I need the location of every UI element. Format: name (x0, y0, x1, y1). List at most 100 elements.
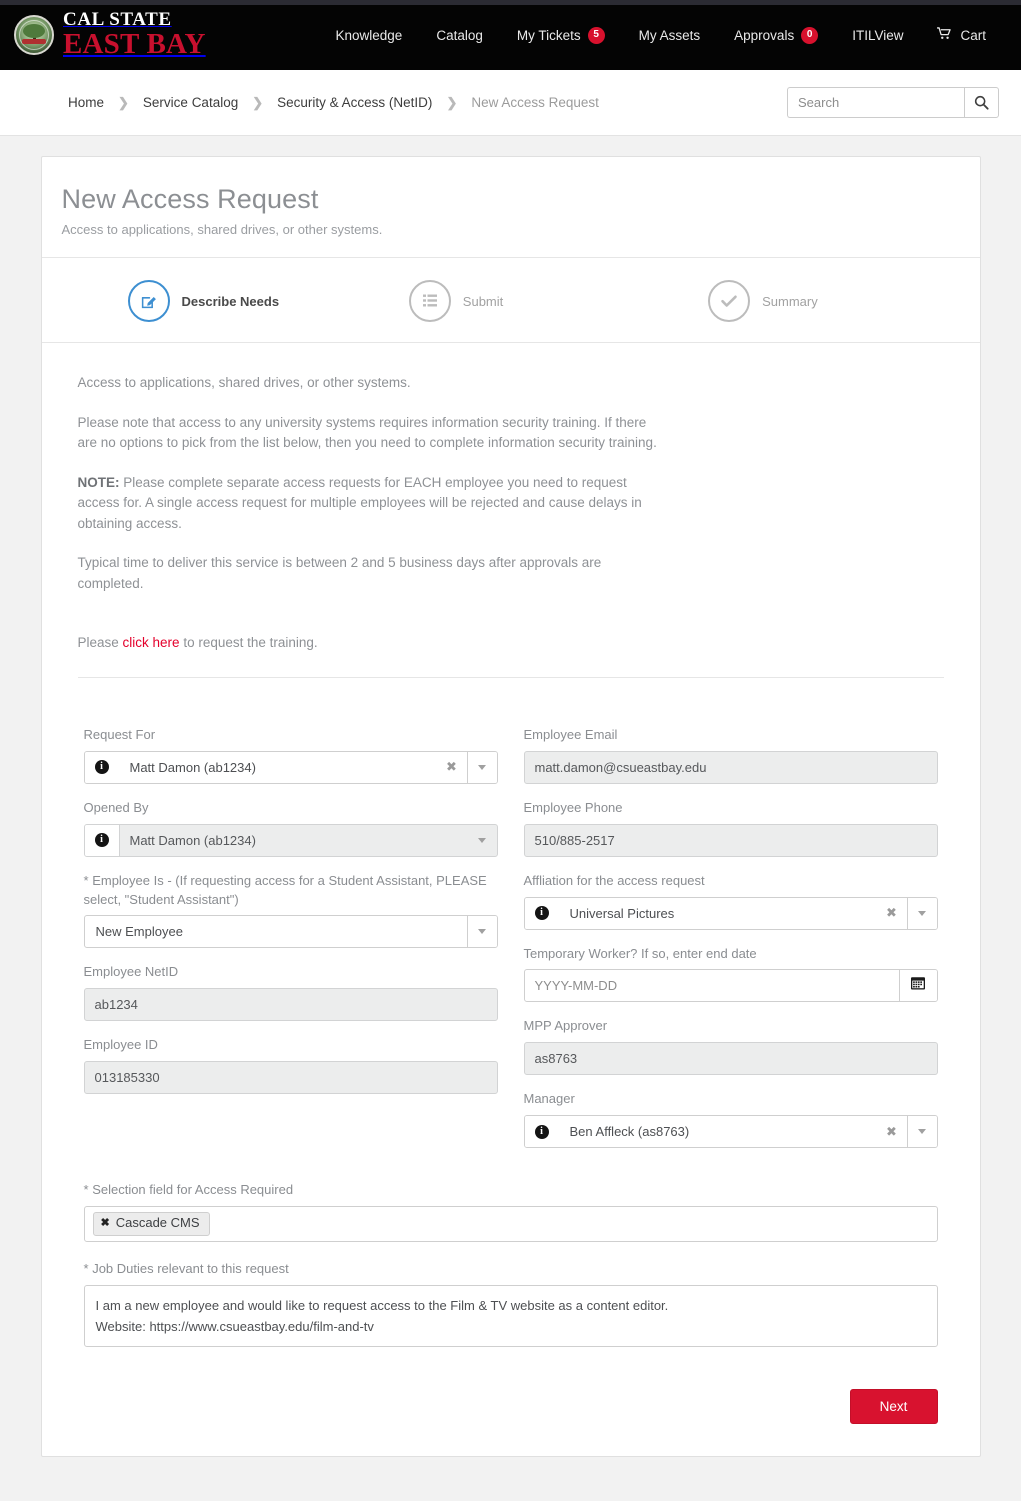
manager-value: Ben Affleck (as8763) (569, 1124, 690, 1140)
access-chip[interactable]: ✖ Cascade CMS (92, 1211, 210, 1236)
nav-item-catalog[interactable]: Catalog (419, 28, 500, 43)
employee-is-value: New Employee (95, 924, 183, 940)
access-required-chip-field[interactable]: ✖ Cascade CMS (83, 1205, 938, 1242)
breadcrumb-item-home[interactable]: Home (68, 95, 104, 110)
field-manager: Manager i Ben Affleck (as8763) ✖ (523, 1090, 938, 1149)
step-label: Submit (462, 293, 504, 309)
employee-phone-control: 510/885-2517 (523, 823, 938, 857)
manager-clear-icon[interactable]: ✖ (877, 1116, 907, 1147)
search-icon (974, 95, 989, 110)
primary-nav: Knowledge Catalog My Tickets 5 My Assets… (319, 26, 1003, 44)
page-title: New Access Request (61, 184, 319, 214)
field-affiliation: Affliation for the access request i Univ… (523, 872, 938, 930)
affiliation-control[interactable]: i Universal Pictures ✖ (523, 896, 938, 930)
nav-item-cart[interactable]: Cart (920, 27, 1003, 43)
request-for-dropdown-button[interactable] (466, 751, 497, 783)
info-circle-icon: i (524, 897, 560, 929)
job-duties-label: * Job Duties relevant to this request (84, 1260, 938, 1279)
chevron-down-icon (477, 837, 486, 843)
progress-steps: Describe Needs Submit Summary (41, 258, 980, 344)
step-summary[interactable]: Summary (660, 280, 959, 323)
next-button[interactable]: Next (849, 1388, 938, 1424)
job-duties-textarea[interactable] (83, 1284, 938, 1347)
nav-item-my-tickets[interactable]: My Tickets 5 (500, 26, 622, 44)
access-request-form: Request For i Matt Damon (ab1234) ✖ Open… (42, 708, 980, 1163)
breadcrumb-separator-icon: ❯ (446, 95, 458, 110)
nav-label: My Assets (638, 27, 701, 43)
employee-phone-value: 510/885-2517 (534, 832, 615, 848)
employee-phone-label: Employee Phone (523, 799, 623, 815)
manager-dropdown-button[interactable] (906, 1116, 937, 1148)
description-paragraph-4: Typical time to deliver this service is … (77, 555, 602, 591)
mpp-approver-value: as8763 (534, 1051, 578, 1067)
chip-remove-icon[interactable]: ✖ (101, 1216, 110, 1230)
request-for-label: Request For (83, 727, 156, 743)
employee-email-label: Employee Email (523, 727, 618, 743)
required-asterisk: * (83, 872, 89, 888)
training-request-link[interactable]: click here (123, 635, 180, 650)
description-paragraph-2: Please note that access to any universit… (77, 414, 657, 451)
temporary-worker-control[interactable]: YYYY-MM-DD (523, 969, 938, 1003)
search-button[interactable] (964, 87, 999, 118)
affiliation-dropdown-button[interactable] (906, 897, 937, 929)
nav-item-itilview[interactable]: ITILView (835, 28, 920, 43)
topbar-accent-strip (0, 0, 1021, 5)
site-logo-link[interactable]: CAL STATE EAST BAY (14, 10, 206, 61)
temporary-worker-label: Temporary Worker? If so, enter end date (523, 945, 757, 961)
employee-id-value: 013185330 (94, 1070, 160, 1086)
breadcrumb-item-security-access[interactable]: Security & Access (NetID) (277, 95, 432, 110)
field-mpp-approver: MPP Approver as8763 (523, 1017, 938, 1076)
training-suffix: to request the training. (179, 634, 318, 650)
employee-is-dropdown-button[interactable] (466, 916, 497, 948)
required-asterisk: * (83, 1182, 89, 1198)
temporary-worker-input[interactable]: YYYY-MM-DD (525, 970, 899, 1001)
field-opened-by: Opened By i Matt Damon (ab1234) (83, 799, 498, 857)
manager-control[interactable]: i Ben Affleck (as8763) ✖ (523, 1115, 938, 1149)
approvals-count-badge: 0 (801, 26, 819, 44)
breadcrumb-separator-icon: ❯ (252, 95, 264, 110)
card-header: New Access Request Access to application… (41, 157, 980, 259)
pencil-square-icon (127, 280, 170, 323)
nav-item-knowledge[interactable]: Knowledge (319, 28, 420, 43)
employee-email-value: matt.damon@csueastbay.edu (534, 759, 707, 775)
request-for-clear-icon[interactable]: ✖ (437, 752, 467, 783)
field-access-required: * Selection field for Access Required ✖ … (83, 1181, 938, 1242)
nav-item-my-assets[interactable]: My Assets (622, 28, 718, 43)
form-left-column: Request For i Matt Damon (ab1234) ✖ Open… (83, 726, 498, 1163)
job-duties-section: * Job Duties relevant to this request (42, 1260, 980, 1352)
required-asterisk: * (83, 1260, 89, 1276)
step-submit[interactable]: Submit (361, 280, 660, 323)
field-employee-is: * Employee Is - (If requesting access fo… (83, 872, 498, 949)
wordmark: CAL STATE EAST BAY (63, 10, 206, 61)
request-for-control[interactable]: i Matt Damon (ab1234) ✖ (83, 750, 498, 784)
search-box (787, 87, 999, 118)
employee-is-select[interactable]: New Employee (83, 915, 498, 949)
opened-by-value: Matt Damon (ab1234) (129, 832, 256, 848)
step-describe-needs[interactable]: Describe Needs (62, 280, 361, 323)
field-employee-email: Employee Email matt.damon@csueastbay.edu (523, 726, 938, 784)
search-input[interactable] (787, 87, 964, 118)
affiliation-clear-icon[interactable]: ✖ (877, 898, 907, 929)
breadcrumb-separator-icon: ❯ (118, 95, 129, 110)
employee-is-label: * Employee Is - (If requesting access fo… (84, 872, 498, 910)
wordmark-line-1: CAL STATE (63, 8, 172, 30)
calendar-picker-button[interactable] (898, 970, 937, 1002)
request-for-value: Matt Damon (ab1234) (129, 759, 256, 775)
employee-netid-control: ab1234 (83, 988, 498, 1022)
breadcrumb-item-service-catalog[interactable]: Service Catalog (143, 95, 238, 110)
info-circle-icon: i (524, 1116, 560, 1148)
employee-id-control: 013185330 (83, 1061, 498, 1095)
request-card: New Access Request Access to application… (40, 156, 981, 1457)
training-prefix: Please (77, 634, 123, 650)
cart-icon (937, 27, 952, 43)
chevron-down-icon (918, 910, 926, 916)
employee-email-control: matt.damon@csueastbay.edu (523, 750, 938, 784)
description-section: Access to applications, shared drives, o… (42, 343, 980, 708)
nav-label: Catalog (436, 27, 483, 43)
page-subtitle: Access to applications, shared drives, o… (61, 222, 383, 238)
nav-item-approvals[interactable]: Approvals 0 (717, 26, 835, 44)
description-paragraph-3: NOTE: Please complete separate access re… (78, 473, 658, 535)
wordmark-line-2: EAST BAY (63, 27, 206, 60)
opened-by-dropdown-button (467, 825, 497, 856)
note-label: NOTE: (77, 474, 120, 490)
